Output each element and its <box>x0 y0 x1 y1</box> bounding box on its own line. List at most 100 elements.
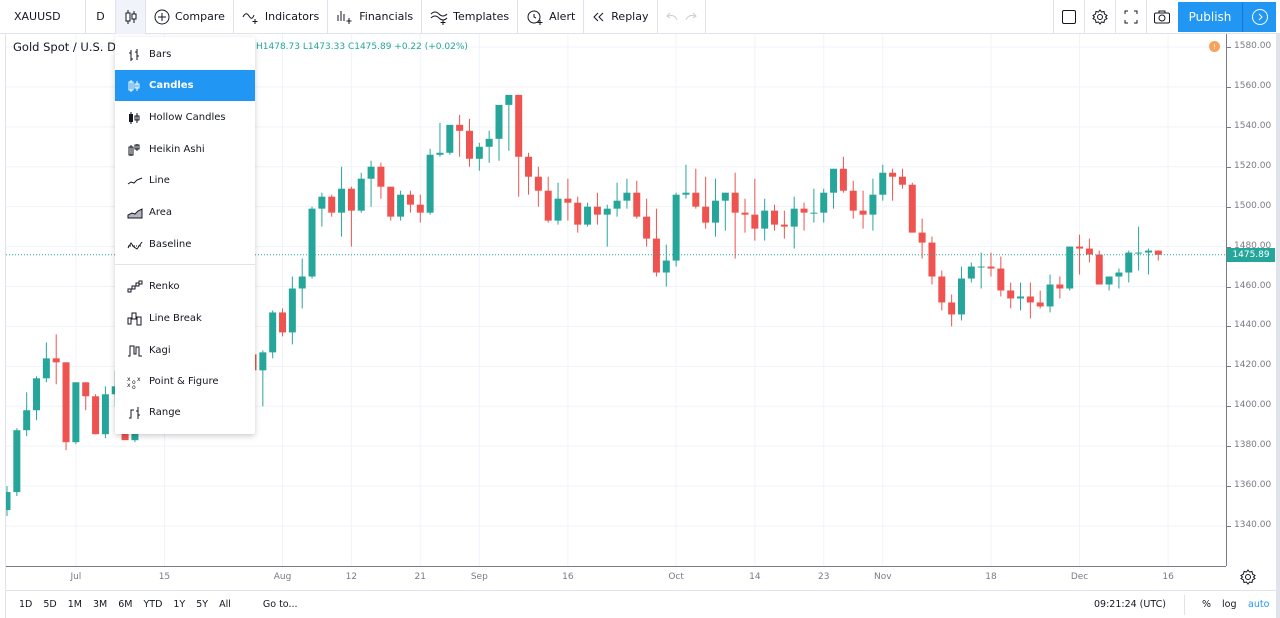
alert-button[interactable]: Alert <box>518 0 585 34</box>
menu-item-hollow-candles[interactable]: Hollow Candles <box>115 102 255 133</box>
price-tick-label: 1360.00 <box>1234 480 1272 491</box>
candle-body <box>898 176 906 185</box>
chart-type-menu: Bars Candles Hollow Candles Heikin Ashi Line… <box>115 37 255 434</box>
menu-item-baseline[interactable]: Baseline <box>115 229 255 260</box>
menu-item-kagi[interactable]: Kagi <box>115 335 255 366</box>
percent-scale-toggle[interactable]: % <box>1202 599 1211 610</box>
menu-item-area[interactable]: Area <box>115 197 255 228</box>
candle-body <box>948 302 956 315</box>
time-tick-label: 23 <box>817 572 830 582</box>
time-axis[interactable] <box>6 566 1226 588</box>
bars-icon <box>127 48 141 62</box>
log-scale-toggle[interactable]: log <box>1222 599 1236 610</box>
settings-button[interactable] <box>1084 0 1115 34</box>
time-tick-label: 16 <box>562 572 574 582</box>
replay-button[interactable]: Replay <box>584 0 658 34</box>
menu-item-label: Line Break <box>149 313 202 324</box>
publish-dropdown-button[interactable] <box>1242 2 1276 32</box>
clock-timezone[interactable]: 09:21:24 (UTC) <box>1094 599 1166 610</box>
camera-icon <box>1153 9 1171 25</box>
menu-divider <box>115 264 255 265</box>
indicators-label: Indicators <box>264 10 320 23</box>
menu-item-point-figure[interactable]: x x o o x Point & Figure <box>115 366 255 397</box>
range-6m[interactable]: 6M <box>118 599 132 610</box>
range-5y[interactable]: 5Y <box>196 599 208 610</box>
publish-button[interactable]: Publish <box>1178 2 1242 32</box>
candles-icon <box>127 79 141 93</box>
range-1y[interactable]: 1Y <box>173 599 185 610</box>
area-icon <box>127 206 143 220</box>
candle-body <box>780 224 788 227</box>
candle-body <box>564 198 572 203</box>
snapshot-button[interactable] <box>1146 0 1177 34</box>
candle-body <box>613 200 621 209</box>
chart-legend-title: Gold Spot / U.S. D <box>13 40 116 54</box>
undo-icon[interactable] <box>665 11 679 23</box>
candle-body <box>1026 296 1034 303</box>
menu-item-label: Candles <box>149 80 194 91</box>
price-tick-mark <box>1227 166 1231 168</box>
candle-body <box>849 190 857 211</box>
symbol-search-button[interactable]: XAUUSD <box>0 0 86 34</box>
layout-button[interactable] <box>1053 0 1084 34</box>
undo-redo-group <box>658 0 706 34</box>
gear-icon <box>1092 8 1108 25</box>
candle-body <box>1135 252 1143 254</box>
candle-body <box>1154 250 1162 255</box>
candle-body <box>1076 246 1084 249</box>
candle-body <box>62 362 70 443</box>
price-tick-label: 1580.00 <box>1234 41 1272 51</box>
chart-type-button[interactable] <box>116 0 146 34</box>
menu-item-label: Kagi <box>149 345 171 356</box>
candle-body <box>42 358 50 379</box>
range-3m[interactable]: 3M <box>93 599 107 610</box>
goto-button[interactable]: Go to... <box>263 599 298 610</box>
bottom-toolbar: 1D 5D 1M 3M 6M YTD 1Y 5Y All Go to... 09… <box>6 590 1276 618</box>
baseline-icon <box>127 238 143 252</box>
publish-label: Publish <box>1188 10 1232 24</box>
menu-item-candles[interactable]: Candles <box>115 70 255 101</box>
candle-body <box>406 194 414 205</box>
heikin-ashi-icon <box>127 143 141 157</box>
menu-item-line-break[interactable]: Line Break <box>115 303 255 334</box>
menu-item-renko[interactable]: Renko <box>115 271 255 302</box>
time-tick-label: 16 <box>1162 572 1174 582</box>
candle-body <box>1144 250 1152 253</box>
range-5d[interactable]: 5D <box>43 599 56 610</box>
axis-settings-gear-icon[interactable] <box>1240 569 1256 585</box>
candle-body <box>633 192 641 217</box>
range-all[interactable]: All <box>219 599 231 610</box>
candle-body <box>328 196 336 213</box>
candle-body <box>593 206 601 215</box>
candles-icon <box>123 9 139 25</box>
candle-body <box>387 186 395 217</box>
candle-body <box>1017 296 1025 299</box>
candle-body <box>357 178 365 211</box>
compare-button[interactable]: Compare <box>146 0 234 34</box>
candle-body <box>456 124 464 131</box>
menu-item-range[interactable]: Range <box>115 397 255 428</box>
right-scrollbar[interactable] <box>1276 34 1280 618</box>
range-1d[interactable]: 1D <box>19 599 32 610</box>
redo-icon[interactable] <box>684 11 698 23</box>
templates-label: Templates <box>453 10 510 23</box>
candle-body <box>318 196 326 209</box>
range-1m[interactable]: 1M <box>68 599 82 610</box>
candle-body <box>534 176 542 191</box>
candle-body <box>731 192 739 213</box>
menu-item-line[interactable]: Line <box>115 165 255 196</box>
fullscreen-button[interactable] <box>1115 0 1146 34</box>
interval-button[interactable]: D <box>86 0 116 34</box>
time-tick-label: 12 <box>345 572 358 582</box>
candle-body <box>554 198 562 221</box>
financials-button[interactable]: Financials <box>328 0 423 34</box>
templates-button[interactable]: Templates <box>422 0 519 34</box>
candle-body <box>52 358 60 363</box>
alert-badge-icon[interactable]: ! <box>1209 41 1220 52</box>
point-figure-icon: xxoox <box>127 375 141 389</box>
auto-scale-toggle[interactable]: auto <box>1248 599 1269 610</box>
menu-item-heikin-ashi[interactable]: Heikin Ashi <box>115 134 255 165</box>
menu-item-bars[interactable]: Bars <box>115 39 255 70</box>
indicators-button[interactable]: Indicators <box>234 0 329 34</box>
range-ytd[interactable]: YTD <box>143 599 162 610</box>
